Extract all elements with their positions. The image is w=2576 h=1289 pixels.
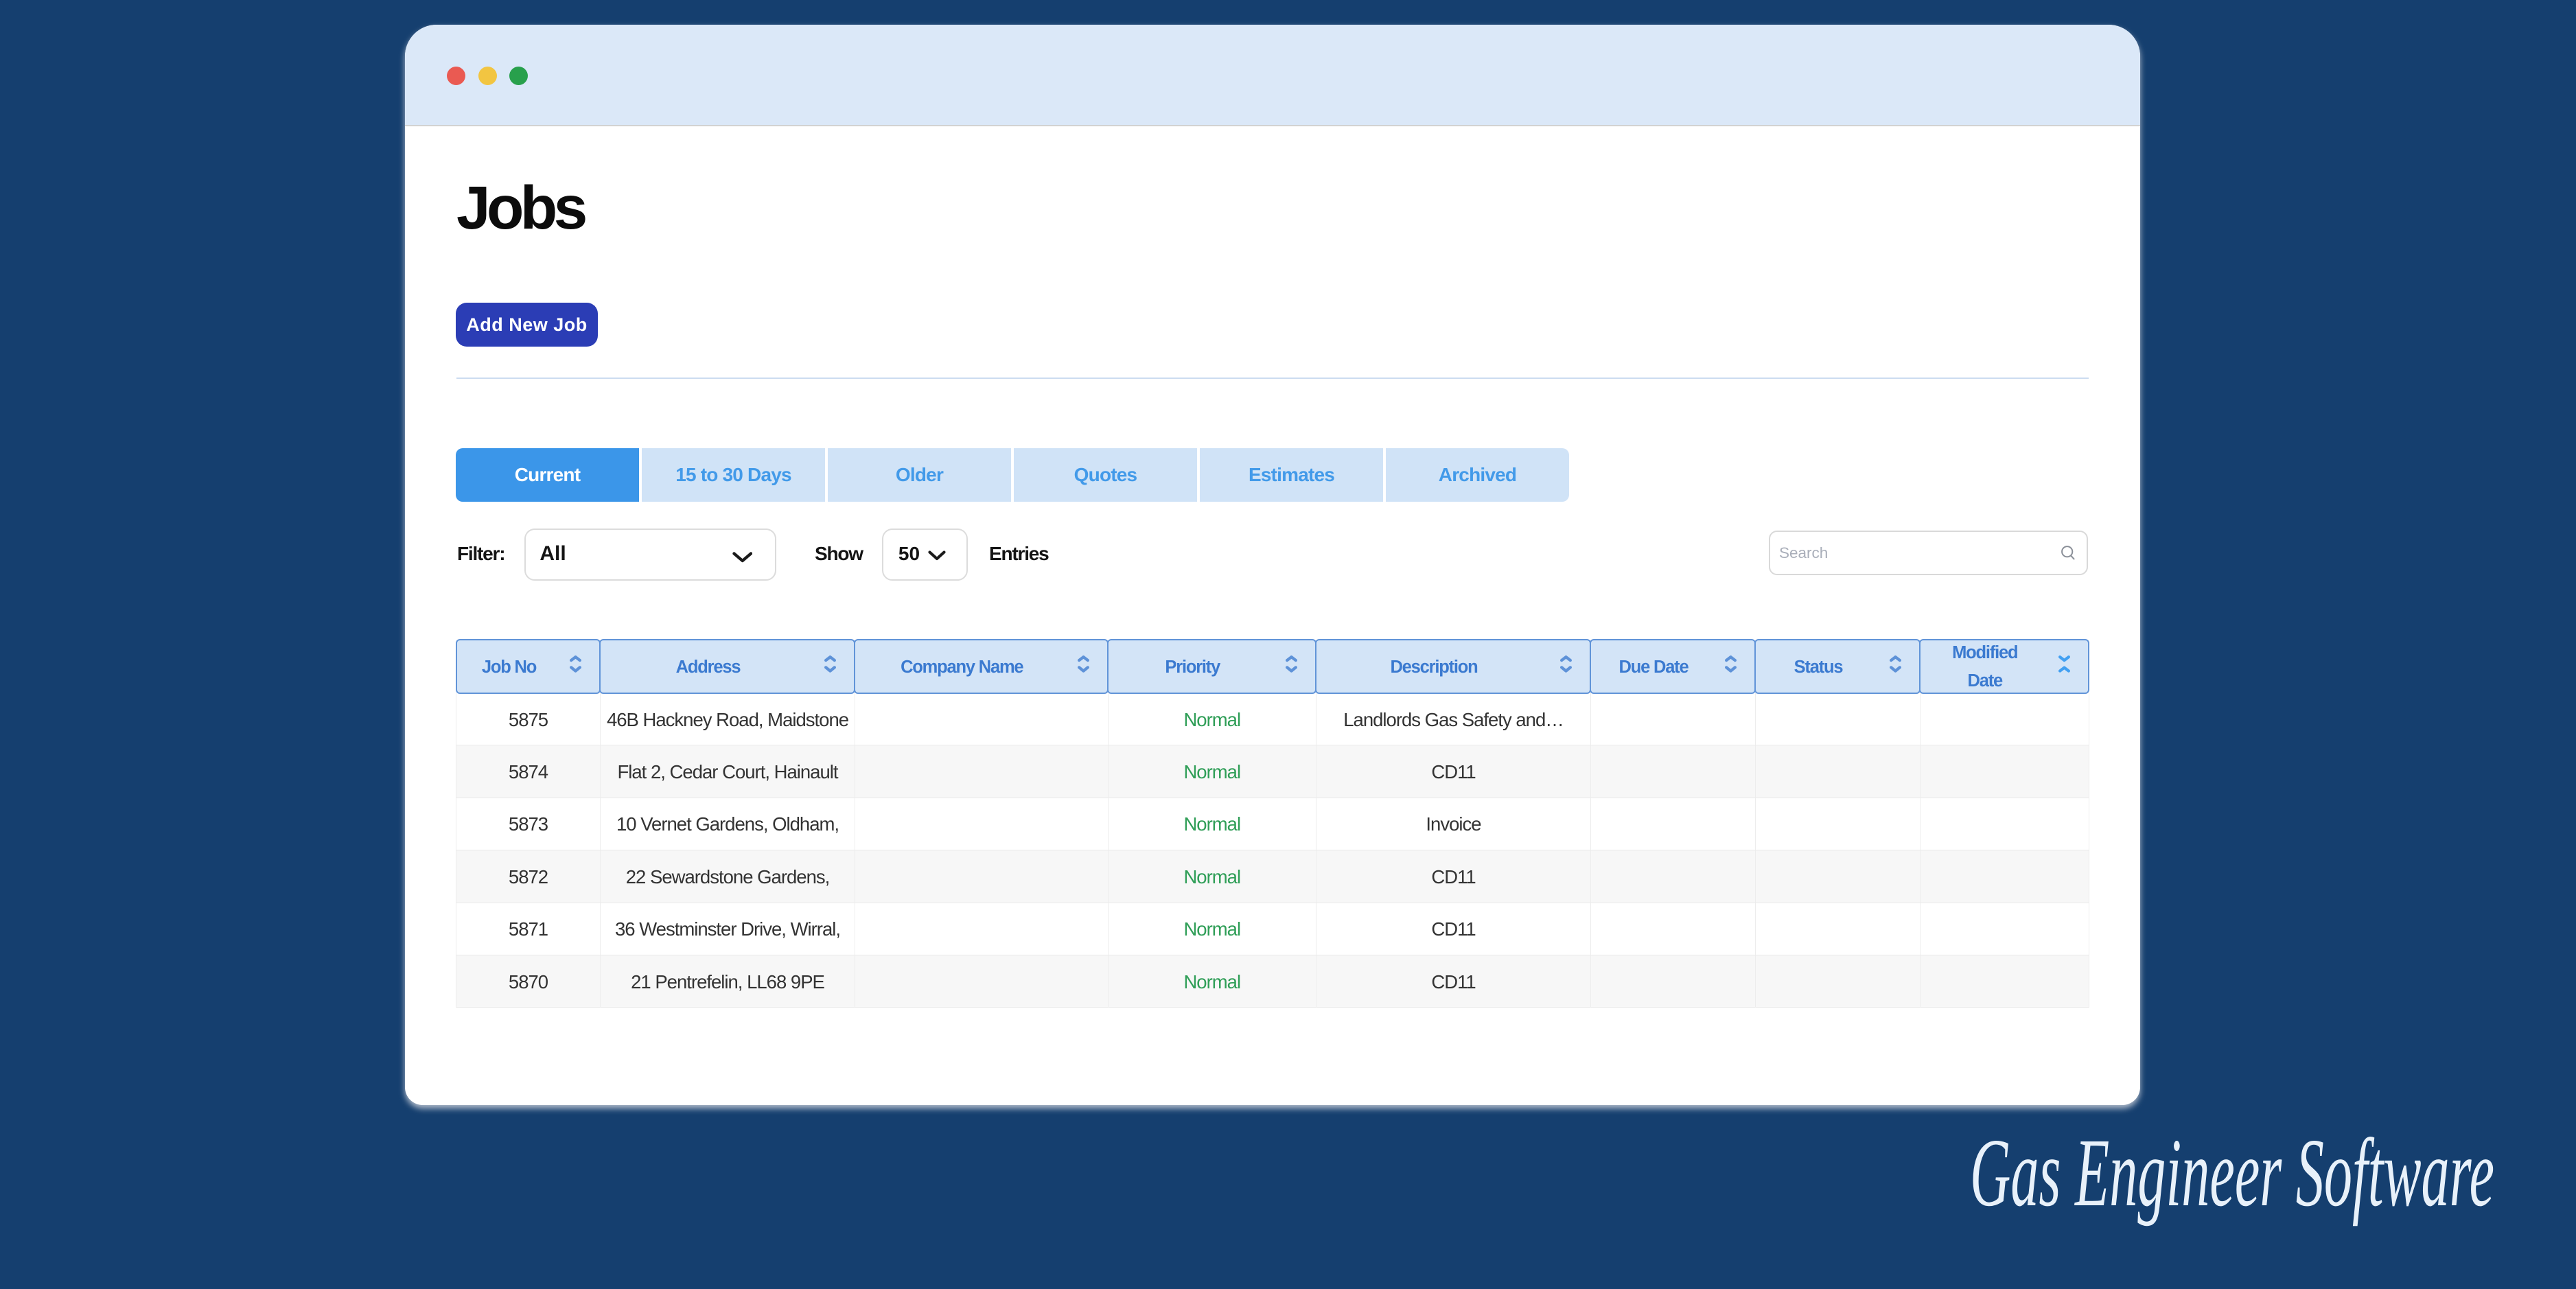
svg-text:Gas Engineer Software: Gas Engineer Software (1970, 1118, 2494, 1227)
